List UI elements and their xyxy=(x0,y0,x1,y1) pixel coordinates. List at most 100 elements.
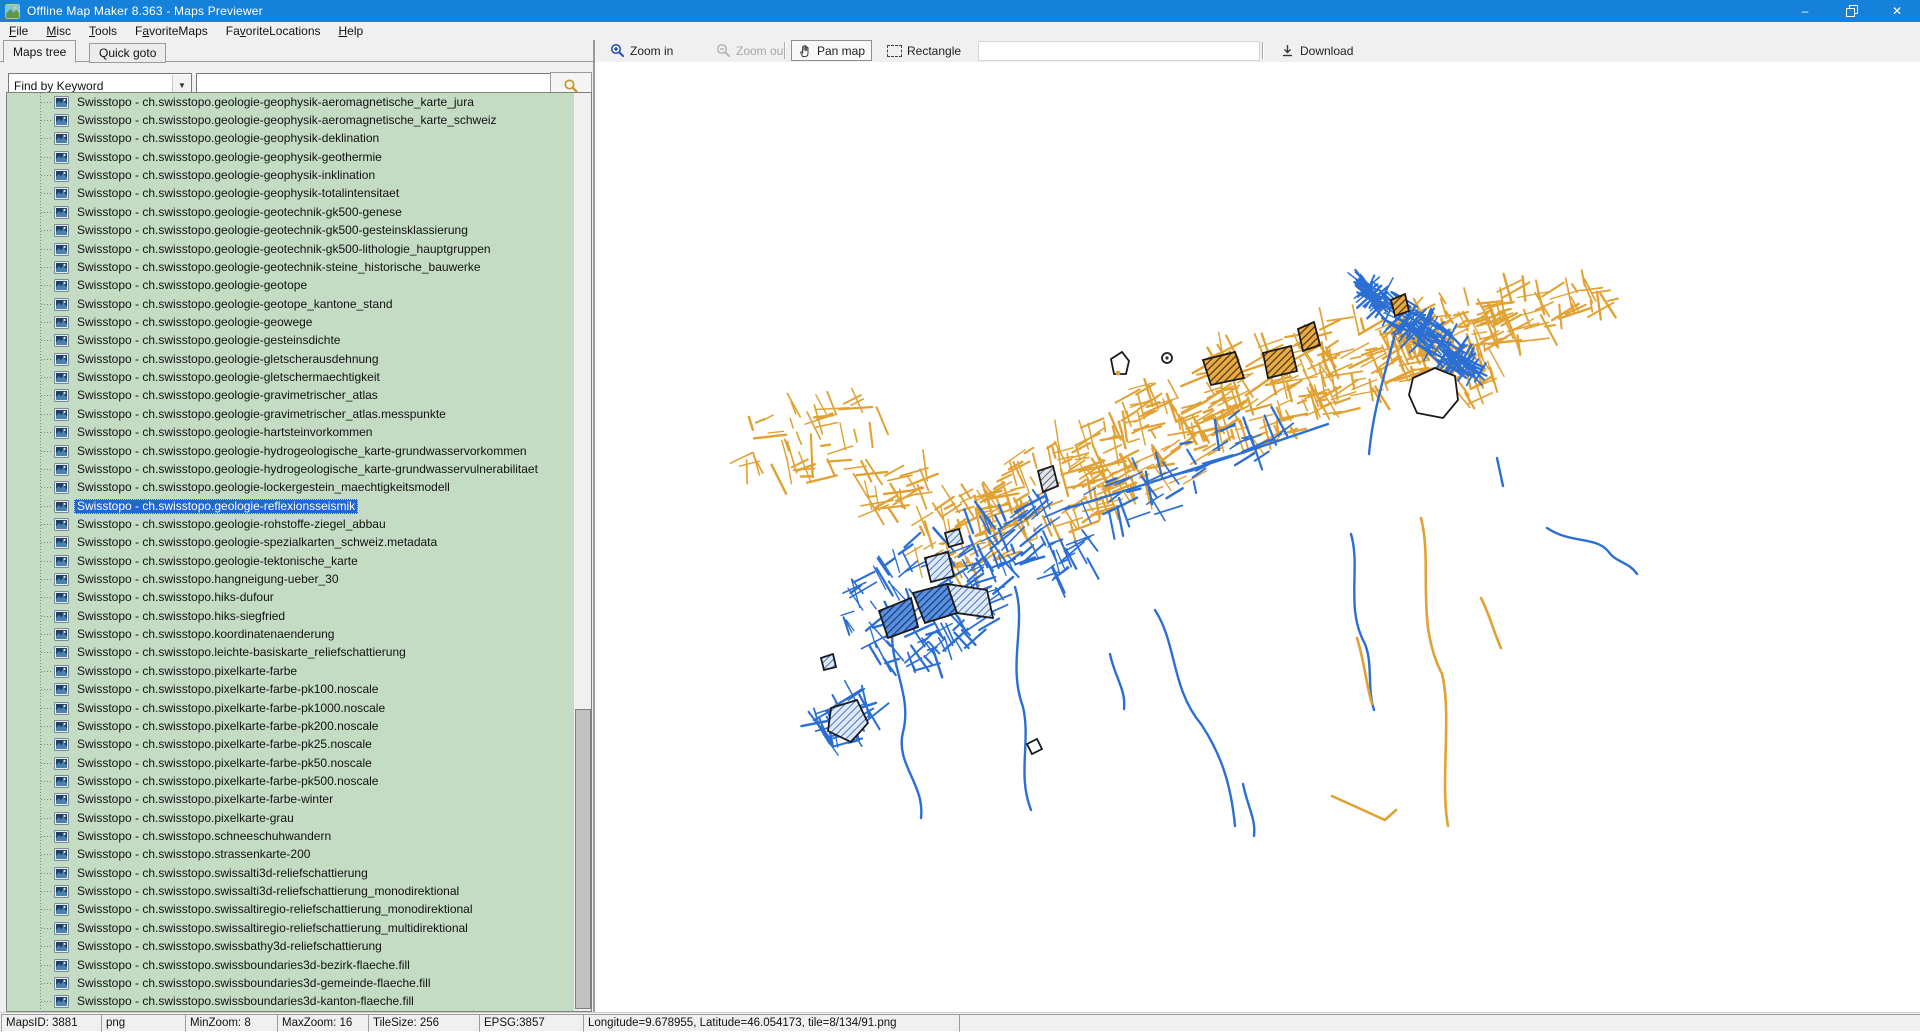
map-layer-icon xyxy=(54,132,69,145)
tree-item-label: Swisstopo - ch.swisstopo.geologie-gravim… xyxy=(74,407,449,422)
tree-item[interactable]: Swisstopo - ch.swisstopo.geologie-gestei… xyxy=(7,332,574,350)
app-icon xyxy=(5,4,20,19)
tree-item[interactable]: Swisstopo - ch.swisstopo.pixelkarte-farb… xyxy=(7,717,574,735)
rectangle-label: Rectangle xyxy=(907,44,961,58)
tree-connector xyxy=(41,1001,52,1002)
tree-item[interactable]: Swisstopo - ch.swisstopo.geologie-tekton… xyxy=(7,552,574,570)
tree-item[interactable]: Swisstopo - ch.swisstopo.pixelkarte-farb… xyxy=(7,754,574,772)
tree-item[interactable]: Swisstopo - ch.swisstopo.swissboundaries… xyxy=(7,956,574,974)
download-button[interactable]: Download xyxy=(1280,40,1353,61)
tree-item[interactable]: Swisstopo - ch.swisstopo.geologie-geotop… xyxy=(7,295,574,313)
map-layer-icon xyxy=(54,702,69,715)
tree-item[interactable]: Swisstopo - ch.swisstopo.hangneigung-ueb… xyxy=(7,570,574,588)
tree-item[interactable]: Swisstopo - ch.swisstopo.strassenkarte-2… xyxy=(7,846,574,864)
minimize-button[interactable]: – xyxy=(1782,0,1828,22)
tree-item[interactable]: Swisstopo - ch.swisstopo.geologie-geophy… xyxy=(7,166,574,184)
tab-maps-tree[interactable]: Maps tree xyxy=(3,40,76,63)
pan-map-button[interactable]: Pan map xyxy=(791,40,872,61)
tree-item[interactable]: Swisstopo - ch.swisstopo.geologie-geotec… xyxy=(7,222,574,240)
tree-scrollbar[interactable] xyxy=(573,93,591,1011)
tree-item-label: Swisstopo - ch.swisstopo.geologie-gestei… xyxy=(74,333,343,348)
tree-connector xyxy=(41,340,52,341)
tree-item-label: Swisstopo - ch.swisstopo.koordinatenaend… xyxy=(74,627,337,642)
tab-quick-goto[interactable]: Quick goto xyxy=(89,43,166,63)
tree-item[interactable]: Swisstopo - ch.swisstopo.geologie-locker… xyxy=(7,479,574,497)
map-layer-icon xyxy=(54,500,69,513)
toolbar-separator-2 xyxy=(1262,42,1263,59)
tree-item[interactable]: Swisstopo - ch.swisstopo.swissalti3d-rel… xyxy=(7,864,574,882)
restore-button[interactable] xyxy=(1828,0,1874,22)
tree-item[interactable]: Swisstopo - ch.swisstopo.geologie-geophy… xyxy=(7,185,574,203)
menu-misc[interactable]: Misc xyxy=(37,23,80,39)
map-layer-icon xyxy=(54,646,69,659)
tree-item[interactable]: Swisstopo - ch.swisstopo.geologie-geotec… xyxy=(7,258,574,276)
tree-item[interactable]: Swisstopo - ch.swisstopo.geologie-gletsc… xyxy=(7,350,574,368)
tree-item[interactable]: Swisstopo - ch.swisstopo.swissaltiregio-… xyxy=(7,919,574,937)
tree-item[interactable]: Swisstopo - ch.swisstopo.pixelkarte-farb… xyxy=(7,791,574,809)
tree-item[interactable]: Swisstopo - ch.swisstopo.geologie-gravim… xyxy=(7,387,574,405)
tree-item[interactable]: Swisstopo - ch.swisstopo.hiks-dufour xyxy=(7,589,574,607)
pan-hand-icon xyxy=(798,43,812,58)
map-layer-icon xyxy=(54,169,69,182)
tree-item[interactable]: Swisstopo - ch.swisstopo.schneeschuhwand… xyxy=(7,827,574,845)
tree-item[interactable]: Swisstopo - ch.swisstopo.pixelkarte-farb… xyxy=(7,772,574,790)
rectangle-button[interactable]: Rectangle xyxy=(887,40,961,61)
tree-connector xyxy=(41,983,52,984)
tree-item[interactable]: Swisstopo - ch.swisstopo.geologie-geotec… xyxy=(7,203,574,221)
tree-item[interactable]: Swisstopo - ch.swisstopo.pixelkarte-grau xyxy=(7,809,574,827)
tree-item-label: Swisstopo - ch.swisstopo.pixelkarte-farb… xyxy=(74,701,388,716)
tree-item[interactable]: Swisstopo - ch.swisstopo.geologie-geoweg… xyxy=(7,313,574,331)
toolbar-input[interactable] xyxy=(978,41,1260,61)
tree-item[interactable]: Swisstopo - ch.swisstopo.pixelkarte-farb… xyxy=(7,681,574,699)
menu-tools[interactable]: Tools xyxy=(80,23,126,39)
tree-item[interactable]: Swisstopo - ch.swisstopo.swissboundaries… xyxy=(7,974,574,992)
tree-item[interactable]: Swisstopo - ch.swisstopo.geologie-geophy… xyxy=(7,130,574,148)
tree-item[interactable]: Swisstopo - ch.swisstopo.swissaltiregio-… xyxy=(7,901,574,919)
tree-item[interactable]: Swisstopo - ch.swisstopo.geologie-reflex… xyxy=(7,497,574,515)
close-button[interactable]: ✕ xyxy=(1874,0,1920,22)
tree-item[interactable]: Swisstopo - ch.swisstopo.pixelkarte-farb… xyxy=(7,662,574,680)
zoom-out-button[interactable]: Zoom out xyxy=(716,40,787,61)
tree-connector xyxy=(41,561,52,562)
tree-item[interactable]: Swisstopo - ch.swisstopo.koordinatenaend… xyxy=(7,625,574,643)
tree-item[interactable]: Swisstopo - ch.swisstopo.swissboundaries… xyxy=(7,993,574,1011)
tree-item[interactable]: Swisstopo - ch.swisstopo.swissbathy3d-re… xyxy=(7,938,574,956)
map-layer-icon xyxy=(54,867,69,880)
tree-item[interactable]: Swisstopo - ch.swisstopo.pixelkarte-farb… xyxy=(7,699,574,717)
tree-connector xyxy=(41,267,52,268)
tree-item[interactable]: Swisstopo - ch.swisstopo.geologie-hartst… xyxy=(7,423,574,441)
tree-item[interactable]: Swisstopo - ch.swisstopo.geologie-geophy… xyxy=(7,148,574,166)
tree-item[interactable]: Swisstopo - ch.swisstopo.geologie-gletsc… xyxy=(7,368,574,386)
menu-help[interactable]: Help xyxy=(330,23,373,39)
tree-item[interactable]: Swisstopo - ch.swisstopo.geologie-hydrog… xyxy=(7,460,574,478)
tree-item[interactable]: Swisstopo - ch.swisstopo.geologie-rohsto… xyxy=(7,515,574,533)
tree-item[interactable]: Swisstopo - ch.swisstopo.geologie-spezia… xyxy=(7,534,574,552)
tree-connector xyxy=(41,909,52,910)
tree-item[interactable]: Swisstopo - ch.swisstopo.geologie-geotec… xyxy=(7,240,574,258)
tree-scrollbar-thumb[interactable] xyxy=(575,709,591,1009)
tree-item[interactable]: Swisstopo - ch.swisstopo.geologie-geophy… xyxy=(7,93,574,111)
map-viewport[interactable] xyxy=(595,62,1920,1012)
menu-file[interactable]: File xyxy=(0,23,37,39)
tree-connector xyxy=(41,212,52,213)
map-layer-icon xyxy=(54,775,69,788)
tree-connector xyxy=(41,193,52,194)
tree-item[interactable]: Swisstopo - ch.swisstopo.geologie-hydrog… xyxy=(7,442,574,460)
tree-item-label: Swisstopo - ch.swisstopo.geologie-rohsto… xyxy=(74,517,389,532)
tree-item[interactable]: Swisstopo - ch.swisstopo.pixelkarte-farb… xyxy=(7,736,574,754)
map-layer-icon xyxy=(54,445,69,458)
map-layer-icon xyxy=(54,518,69,531)
tree-connector xyxy=(41,891,52,892)
tree-item[interactable]: Swisstopo - ch.swisstopo.leichte-basiska… xyxy=(7,644,574,662)
zoom-in-button[interactable]: Zoom in xyxy=(610,40,673,61)
menu-favoritelocations[interactable]: FavoriteLocations xyxy=(217,23,330,39)
tree-item[interactable]: Swisstopo - ch.swisstopo.geologie-geotop… xyxy=(7,277,574,295)
tree-item[interactable]: Swisstopo - ch.swisstopo.geologie-gravim… xyxy=(7,405,574,423)
map-layer-icon xyxy=(54,738,69,751)
tree-item[interactable]: Swisstopo - ch.swisstopo.geologie-geophy… xyxy=(7,111,574,129)
menu-favoritemaps[interactable]: FavoriteMaps xyxy=(126,23,217,39)
tree-item[interactable]: Swisstopo - ch.swisstopo.swissalti3d-rel… xyxy=(7,882,574,900)
tree-item[interactable]: Swisstopo - ch.swisstopo.hiks-siegfried xyxy=(7,607,574,625)
tree-item-label: Swisstopo - ch.swisstopo.swissboundaries… xyxy=(74,976,434,991)
download-icon xyxy=(1280,43,1295,58)
